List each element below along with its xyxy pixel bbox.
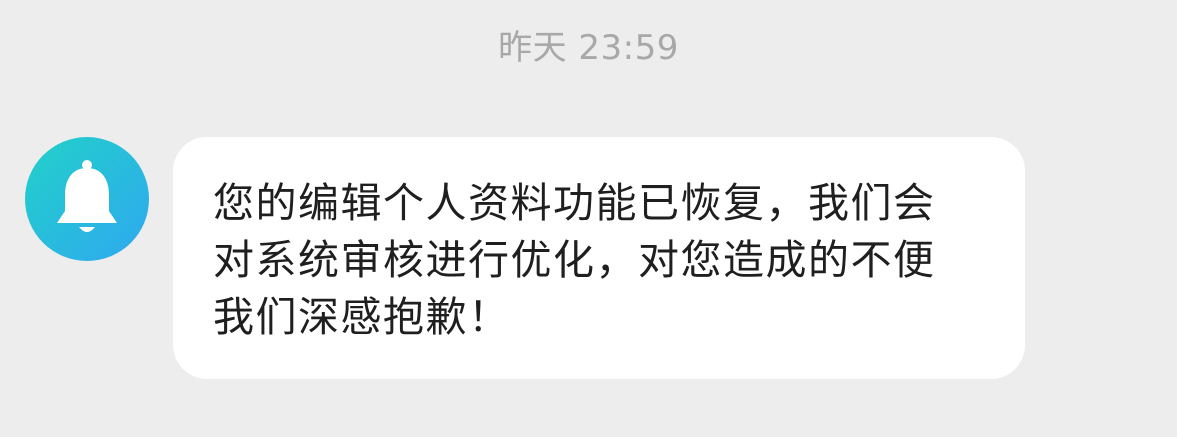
sender-avatar[interactable] xyxy=(25,137,149,261)
message-bubble[interactable]: 您的编辑个人资料功能已恢复，我们会对系统审核进行优化，对您造成的不便我们深感抱歉… xyxy=(173,137,1025,379)
bell-icon xyxy=(57,160,117,232)
message-row: 您的编辑个人资料功能已恢复，我们会对系统审核进行优化，对您造成的不便我们深感抱歉… xyxy=(0,0,1177,437)
message-text: 您的编辑个人资料功能已恢复，我们会对系统审核进行优化，对您造成的不便我们深感抱歉… xyxy=(213,179,936,341)
